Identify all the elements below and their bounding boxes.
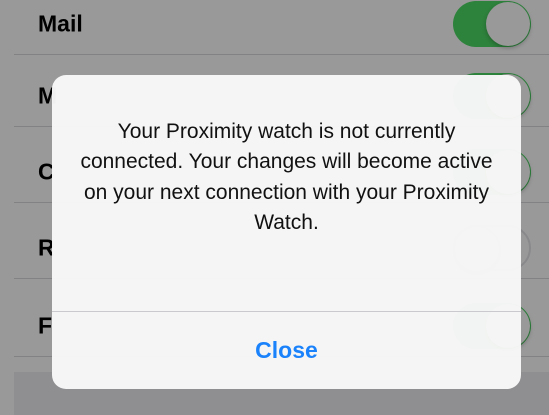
alert-dialog: Your Proximity watch is not currently co… (52, 75, 521, 389)
close-button[interactable]: Close (52, 312, 521, 389)
alert-message: Your Proximity watch is not currently co… (80, 120, 493, 235)
